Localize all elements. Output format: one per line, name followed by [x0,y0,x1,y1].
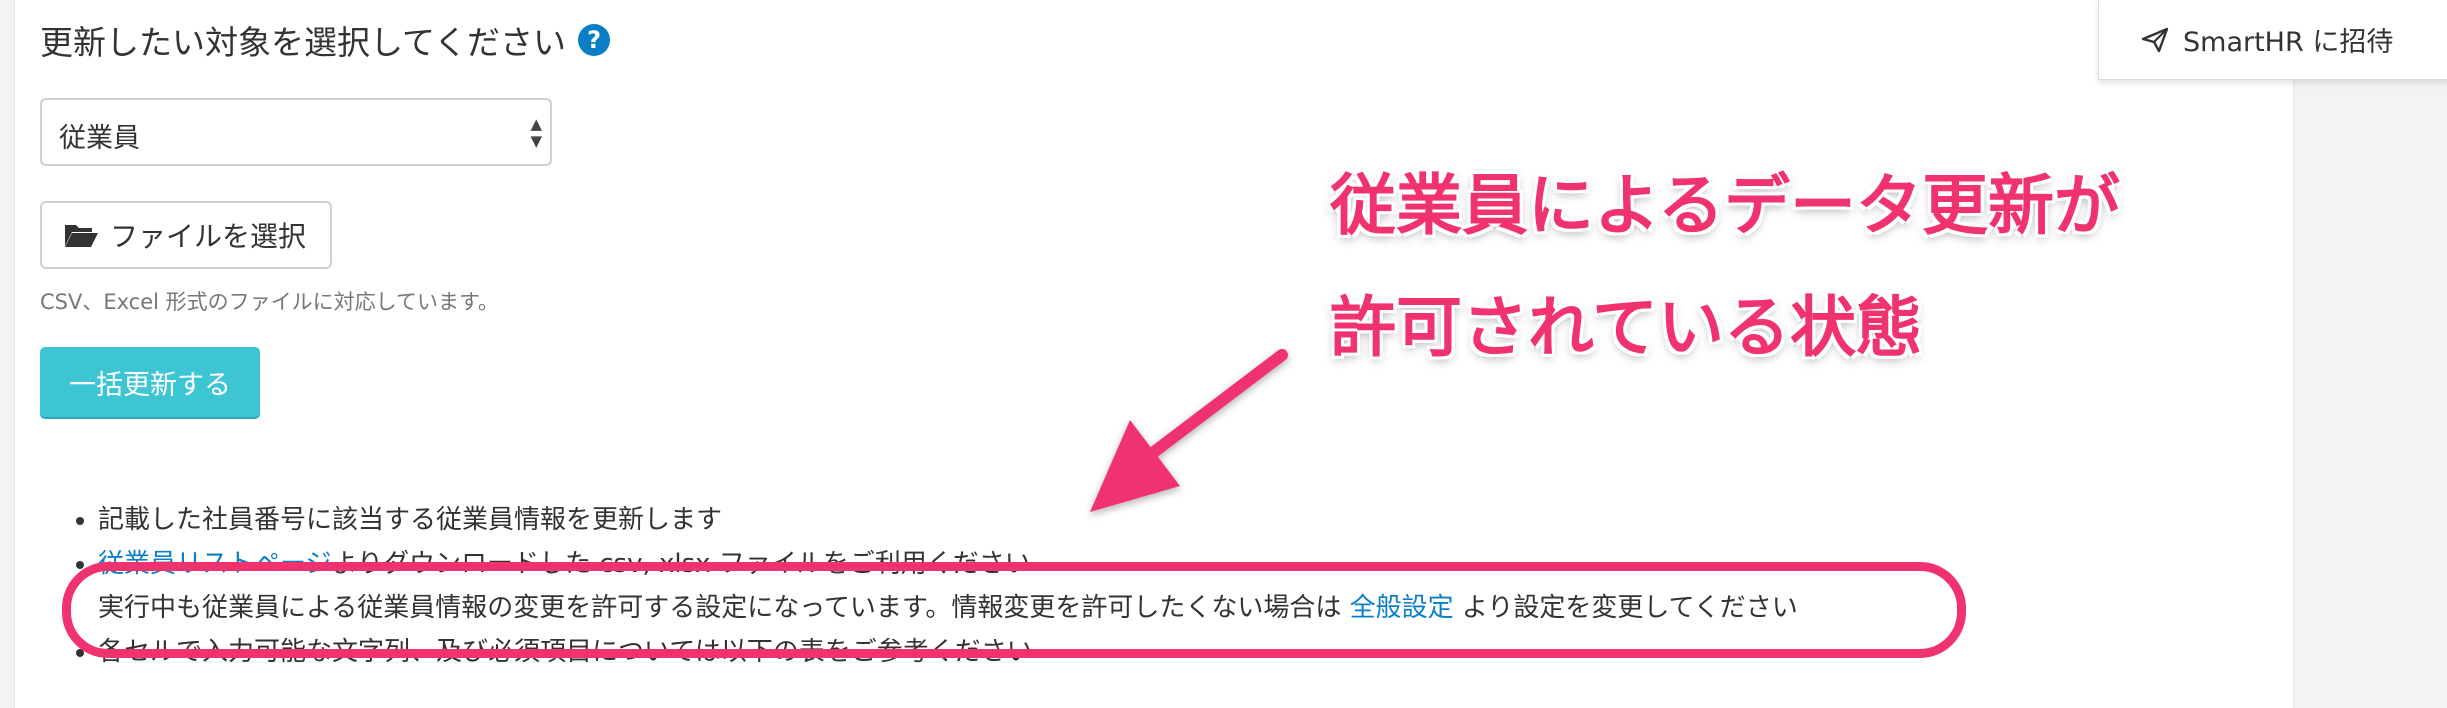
annotation-line-2: 許可されている状態 [1330,289,1923,366]
annotation-callout: 従業員によるデータ更新が 許可されている状態 [1330,145,2120,389]
annotation-line-1: 従業員によるデータ更新が [1330,167,2121,244]
